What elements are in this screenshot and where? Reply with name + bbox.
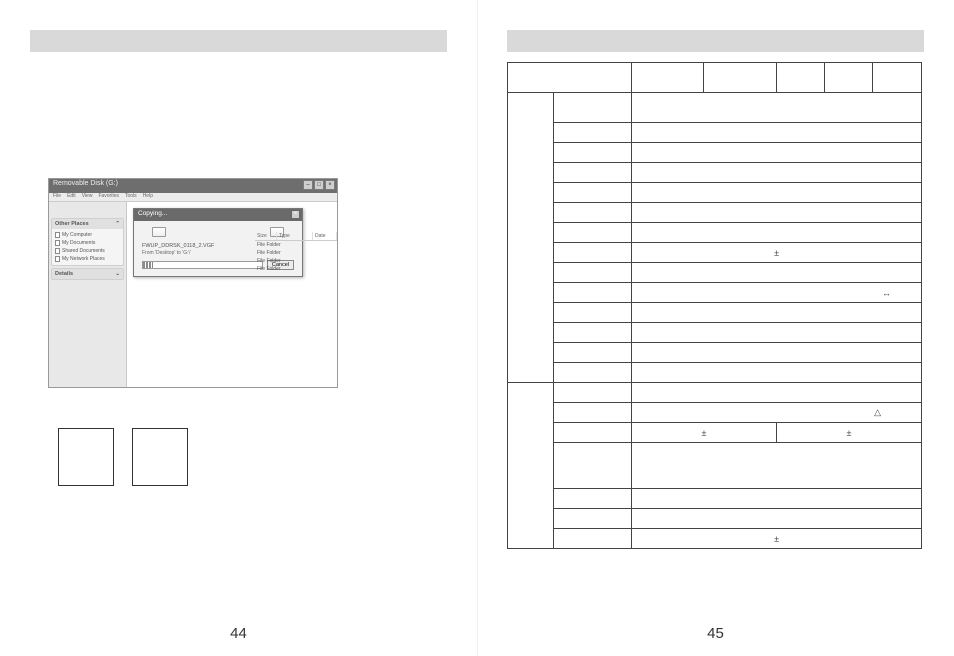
folder-icon (55, 240, 60, 246)
col-date[interactable]: Date (313, 232, 337, 240)
table-row (508, 489, 922, 509)
page-left: Removable Disk (G:) – □ × File Edit View… (0, 0, 477, 656)
chevron-icon: ⌃ (115, 221, 120, 227)
table-row (508, 383, 922, 403)
other-places-panel: Other Places ⌃ My Computer My Documents … (51, 218, 124, 266)
table-row (508, 143, 922, 163)
list-item[interactable]: File Folder (255, 257, 337, 265)
col-type[interactable]: Type (277, 232, 313, 240)
window-controls: – □ × (303, 180, 335, 190)
menu-favorites[interactable]: Favorites (98, 193, 119, 201)
table-row (508, 93, 922, 123)
col-size[interactable]: Size (255, 232, 277, 240)
network-icon (55, 256, 60, 262)
explorer-sidebar: Other Places ⌃ My Computer My Documents … (49, 202, 127, 387)
table-row (508, 123, 922, 143)
table-row (508, 323, 922, 343)
minimize-icon[interactable]: – (303, 180, 313, 190)
placeholder-box (58, 428, 114, 486)
list-item[interactable]: File Folder (255, 249, 337, 257)
table-row: △ (508, 403, 922, 423)
close-icon[interactable]: × (325, 180, 335, 190)
progress-bar (142, 261, 263, 269)
image-placeholders (58, 428, 188, 486)
sidebar-item-network[interactable]: My Network Places (55, 255, 120, 263)
table-row (508, 63, 922, 93)
menu-tools[interactable]: Tools (125, 193, 137, 201)
computer-icon (55, 232, 60, 238)
placeholder-box (132, 428, 188, 486)
menubar: File Edit View Favorites Tools Help (49, 193, 337, 202)
file-list: Size Type Date File Folder File Folder F… (255, 232, 337, 273)
menu-view[interactable]: View (82, 193, 93, 201)
window-titlebar[interactable]: Removable Disk (G:) – □ × (49, 179, 337, 193)
table-row: ±± (508, 423, 922, 443)
left-header-bar (30, 30, 447, 52)
maximize-icon[interactable]: □ (314, 180, 324, 190)
table-row (508, 509, 922, 529)
table-row (508, 203, 922, 223)
list-item[interactable]: File Folder (255, 241, 337, 249)
table-row (508, 183, 922, 203)
window-title-text: Removable Disk (G:) (53, 180, 118, 187)
sidebar-item-mycomputer[interactable]: My Computer (55, 231, 120, 239)
dialog-titlebar[interactable]: Copying... × (134, 209, 302, 221)
sidebar-item-mydocs[interactable]: My Documents (55, 239, 120, 247)
explorer-content: Copying... × FWUP_DDRSK_0118_2.VGF From … (127, 202, 337, 387)
details-header[interactable]: Details ⌄ (52, 269, 123, 279)
table-row: ± (508, 243, 922, 263)
table-row (508, 303, 922, 323)
table-row (508, 443, 922, 489)
file-list-header: Size Type Date (255, 232, 337, 241)
table-row: ↔ (508, 283, 922, 303)
table-row (508, 163, 922, 183)
list-item[interactable]: File Folder (255, 265, 337, 273)
table-row (508, 343, 922, 363)
page-right: ± ↔ △ ±± ± 45 (477, 0, 954, 656)
table-row (508, 263, 922, 283)
page-number-left: 44 (230, 625, 247, 642)
other-places-header[interactable]: Other Places ⌃ (52, 219, 123, 229)
details-panel: Details ⌄ (51, 268, 124, 280)
page-number-right: 45 (707, 625, 724, 642)
table-row (508, 223, 922, 243)
os-screenshot: Removable Disk (G:) – □ × File Edit View… (48, 178, 338, 388)
dialog-close-icon[interactable]: × (291, 210, 300, 219)
menu-help[interactable]: Help (143, 193, 153, 201)
sidebar-item-shared[interactable]: Shared Documents (55, 247, 120, 255)
chevron-icon: ⌄ (115, 271, 120, 277)
folder-icon (55, 248, 60, 254)
menu-edit[interactable]: Edit (67, 193, 76, 201)
menu-file[interactable]: File (53, 193, 61, 201)
table-row (508, 363, 922, 383)
paper-icon (152, 227, 166, 237)
specification-table: ± ↔ △ ±± ± (507, 62, 922, 549)
right-header-bar (507, 30, 924, 52)
table-row: ± (508, 529, 922, 549)
